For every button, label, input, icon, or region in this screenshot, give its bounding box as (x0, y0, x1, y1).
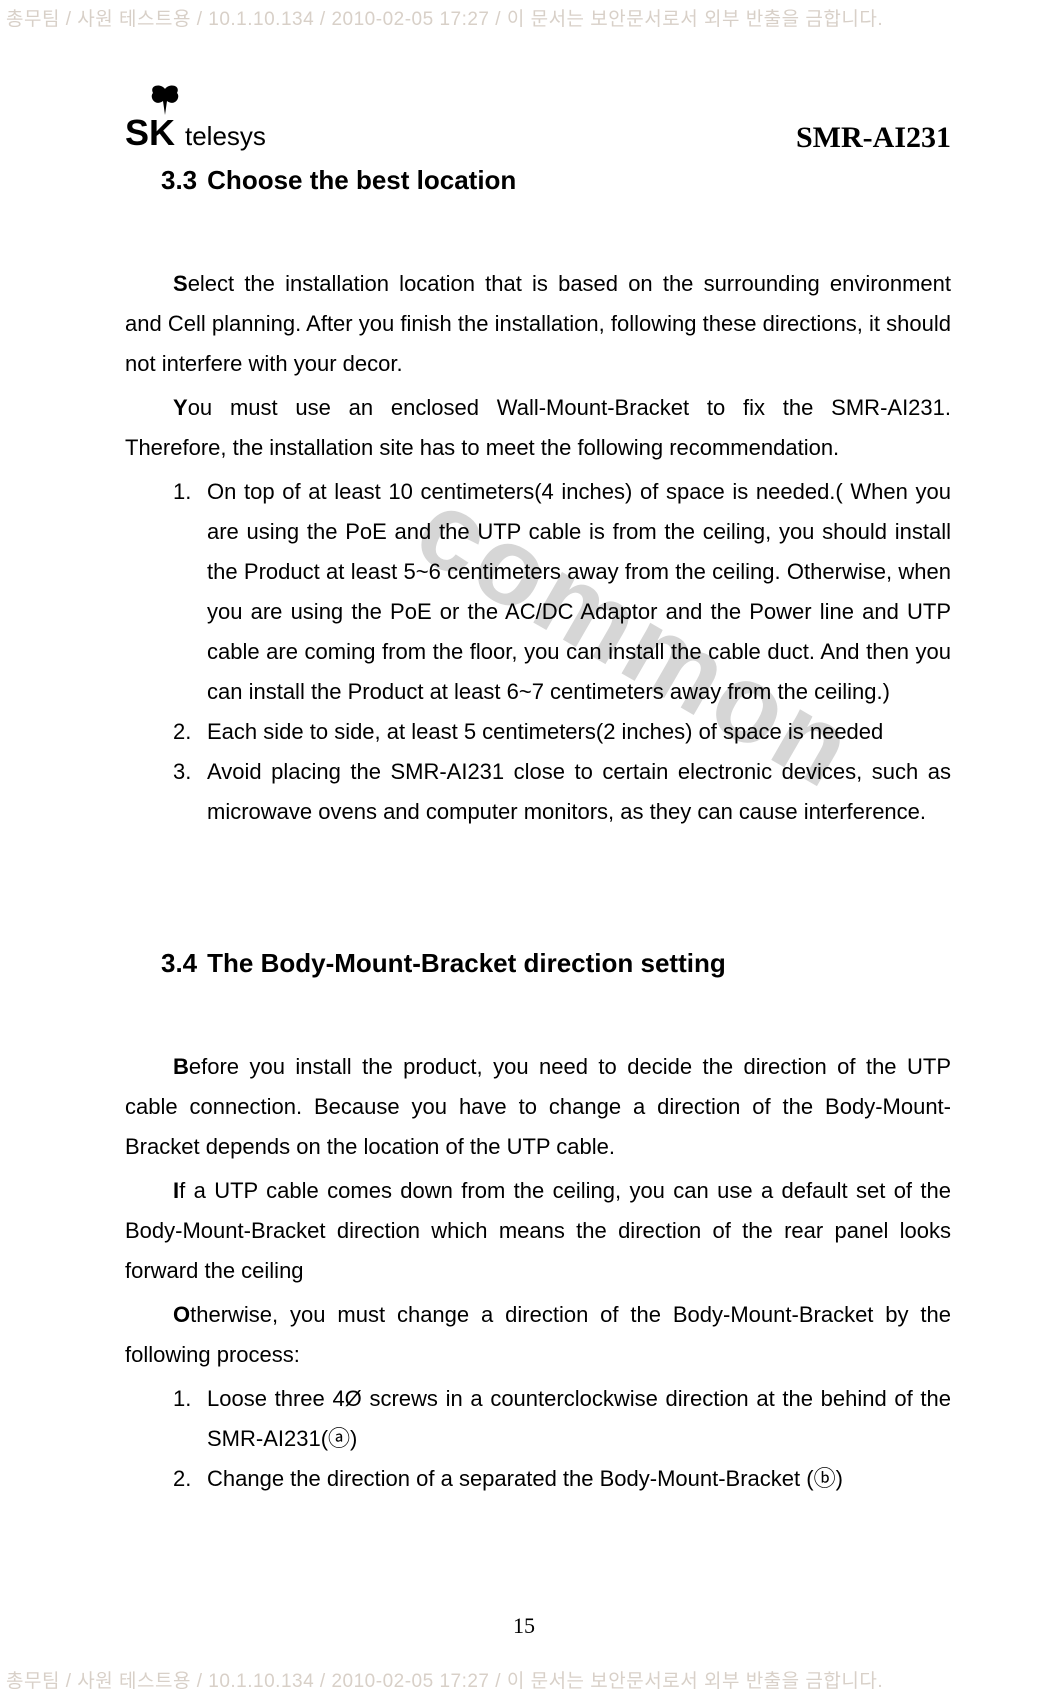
security-footer: 총무팀 / 사원 테스트용 / 10.1.10.134 / 2010-02-05… (0, 1666, 1048, 1693)
paragraph: Otherwise, you must change a direction o… (125, 1295, 951, 1375)
list-number: 1. (173, 472, 191, 512)
paragraph-text: f a UTP cable comes down from the ceilin… (125, 1178, 951, 1283)
list-text: Loose three 4Ø screws in a counterclockw… (207, 1386, 951, 1451)
list-text: Change the direction of a separated the … (207, 1466, 843, 1491)
svg-text:telesys: telesys (185, 121, 266, 151)
sk-telesys-logo: SK telesys (125, 85, 295, 157)
paragraph: If a UTP cable comes down from the ceili… (125, 1171, 951, 1291)
list-item: 3. Avoid placing the SMR-AI231 close to c… (173, 752, 951, 832)
list-item: 2. Change the direction of a separated th… (173, 1459, 951, 1499)
product-id: SMR-AI231 (796, 121, 951, 157)
dropcap: O (173, 1302, 190, 1327)
paragraph-text: efore you install the product, you need … (125, 1054, 951, 1159)
header-row: SK telesys SMR-AI231 (125, 85, 951, 157)
section-3-3-heading: 3.3 Choose the best location (125, 165, 951, 196)
page-number: 15 (0, 1613, 1048, 1639)
dropcap: Y (173, 395, 188, 420)
list-number: 2. (173, 712, 191, 752)
section-3-4-heading: 3.4 The Body-Mount-Bracket direction sett… (125, 948, 951, 979)
list-number: 2. (173, 1459, 191, 1499)
recommendation-list: 1. On top of at least 10 centimeters(4 in… (125, 472, 951, 832)
list-item: 1. On top of at least 10 centimeters(4 in… (173, 472, 951, 712)
list-text: Each side to side, at least 5 centimeter… (207, 719, 883, 744)
list-number: 1. (173, 1379, 191, 1419)
paragraph: You must use an enclosed Wall-Mount-Brac… (125, 388, 951, 468)
list-item: 2. Each side to side, at least 5 centimet… (173, 712, 951, 752)
paragraph-text: ou must use an enclosed Wall-Mount-Brack… (125, 395, 951, 460)
section-number: 3.4 (161, 948, 197, 978)
list-item: 1. Loose three 4Ø screws in a countercloc… (173, 1379, 951, 1459)
paragraph: Before you install the product, you need… (125, 1047, 951, 1167)
paragraph-text: therwise, you must change a direction of… (125, 1302, 951, 1367)
paragraph: Select the installation location that is… (125, 264, 951, 384)
list-text: On top of at least 10 centimeters(4 inch… (207, 479, 951, 704)
dropcap: S (173, 271, 188, 296)
process-list: 1. Loose three 4Ø screws in a countercloc… (125, 1379, 951, 1499)
section-number: 3.3 (161, 165, 197, 195)
list-number: 3. (173, 752, 191, 792)
dropcap: B (173, 1054, 189, 1079)
paragraph-text: elect the installation location that is … (125, 271, 951, 376)
security-header: 총무팀 / 사원 테스트용 / 10.1.10.134 / 2010-02-05… (0, 4, 1048, 31)
list-text: Avoid placing the SMR-AI231 close to cer… (207, 759, 951, 824)
section-title: The Body-Mount-Bracket direction setting (207, 948, 726, 978)
section-title: Choose the best location (207, 165, 516, 195)
svg-text:SK: SK (125, 112, 175, 153)
